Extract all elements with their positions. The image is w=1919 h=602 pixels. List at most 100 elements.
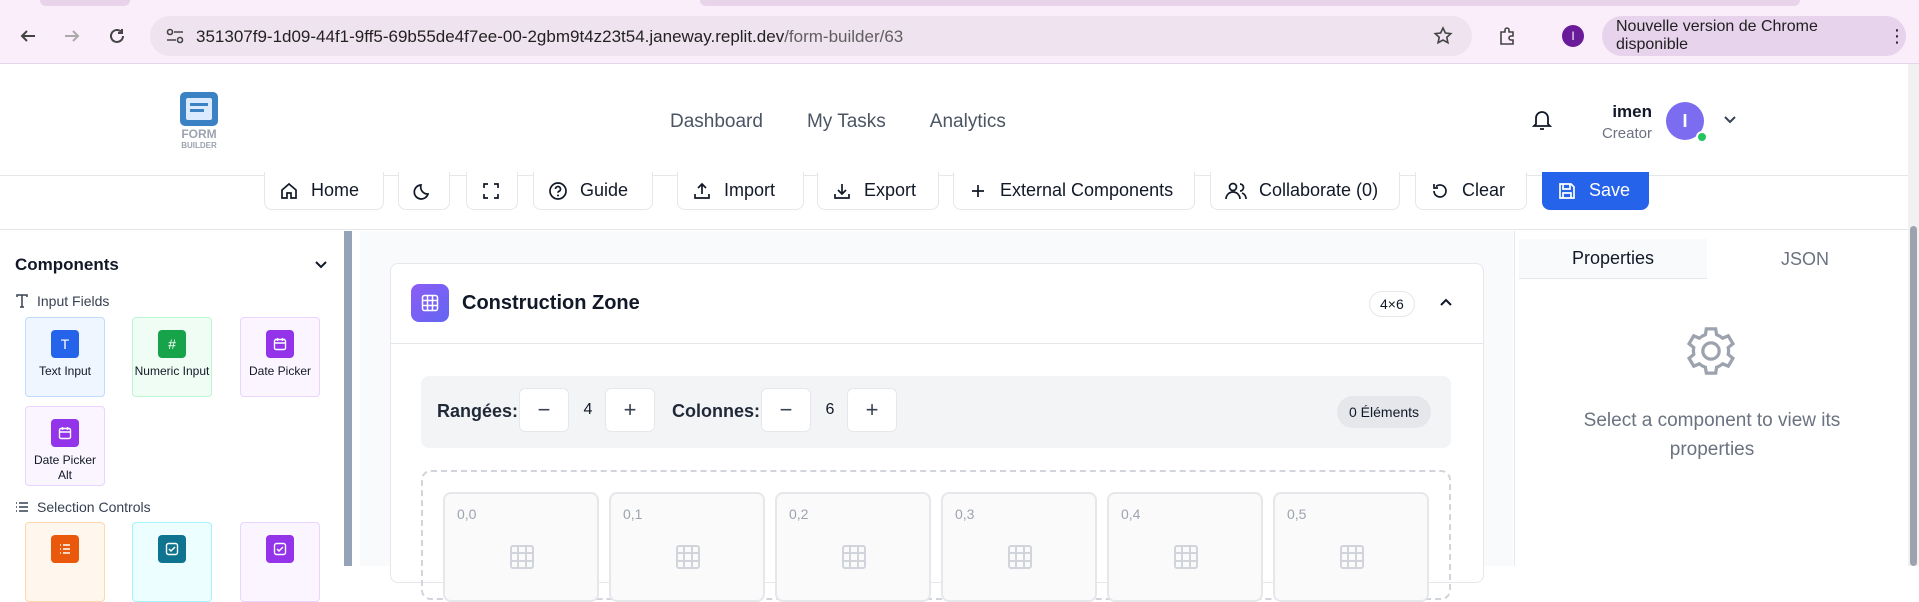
- nav-my-tasks[interactable]: My Tasks: [807, 111, 886, 133]
- list-icon: [51, 535, 79, 563]
- type-icon: [16, 294, 28, 308]
- calendar-icon: [51, 419, 79, 447]
- component-label: Date Picker: [248, 364, 312, 378]
- construction-area: Construction Zone 4×6 Rangées: − 4 + Col…: [360, 231, 1513, 602]
- rows-label: Rangées:: [437, 401, 519, 421]
- external-components-button[interactable]: External Components: [953, 172, 1195, 210]
- save-label: Save: [1589, 180, 1631, 200]
- grid-icon: [1340, 545, 1364, 569]
- clear-button[interactable]: Clear: [1415, 172, 1527, 210]
- properties-panel: Properties JSON Select a component to vi…: [1514, 231, 1908, 566]
- save-button[interactable]: Save: [1542, 172, 1649, 210]
- extensions-puzzle-icon[interactable]: [1492, 20, 1524, 52]
- components-collapse-chevron-icon[interactable]: [312, 255, 330, 273]
- forward-arrow-icon[interactable]: [56, 20, 88, 52]
- list-icon: [16, 502, 28, 512]
- grid-icon: [1174, 545, 1198, 569]
- app-header: FORM BUILDER Dashboard My Tasks Analytic…: [0, 64, 1908, 176]
- url-host: 351307f9-1d09-44f1-9ff5-69b55de4f7ee-00-…: [196, 27, 785, 46]
- back-arrow-icon[interactable]: [12, 20, 44, 52]
- dark-mode-button[interactable]: [398, 172, 450, 210]
- url-text: 351307f9-1d09-44f1-9ff5-69b55de4f7ee-00-…: [196, 27, 903, 47]
- reload-icon[interactable]: [101, 20, 133, 52]
- component-label: Text Input: [38, 364, 92, 378]
- construction-zone-header: Construction Zone 4×6: [391, 264, 1483, 344]
- collapse-chevron-up-icon[interactable]: [1437, 294, 1455, 312]
- grid-cell[interactable]: 0,0: [443, 492, 599, 602]
- component-date-picker[interactable]: Date Picker: [240, 317, 320, 397]
- gear-icon: [1686, 327, 1736, 375]
- component-checkbox[interactable]: [132, 522, 212, 602]
- grid-icon: [842, 545, 866, 569]
- grid-cell[interactable]: 0,3: [941, 492, 1097, 602]
- drop-grid[interactable]: 0,0 0,1 0,2 0,3 0,4 0,5: [421, 470, 1451, 602]
- numeric-input-icon: #: [158, 330, 186, 358]
- grid-cell[interactable]: 0,1: [609, 492, 765, 602]
- component-numeric-input[interactable]: # Numeric Input: [132, 317, 212, 397]
- notification-bell-icon[interactable]: [1530, 108, 1554, 132]
- main-nav: Dashboard My Tasks Analytics: [670, 111, 1006, 133]
- tab-strip-hint: [40, 0, 130, 6]
- tab-json[interactable]: JSON: [1711, 239, 1899, 279]
- url-path: /form-builder/63: [784, 27, 904, 46]
- svg-text:BUILDER: BUILDER: [181, 141, 217, 150]
- home-icon: [281, 182, 297, 199]
- nav-dashboard[interactable]: Dashboard: [670, 111, 763, 133]
- grid-size-badge: 4×6: [1369, 291, 1415, 317]
- rows-decrement-button[interactable]: −: [519, 388, 569, 432]
- address-bar[interactable]: 351307f9-1d09-44f1-9ff5-69b55de4f7ee-00-…: [150, 16, 1472, 56]
- columns-decrement-button[interactable]: −: [761, 388, 811, 432]
- grid-cell[interactable]: 0,5: [1273, 492, 1429, 602]
- component-date-picker-alt[interactable]: Date Picker Alt: [25, 406, 105, 486]
- grid-cell[interactable]: 0,4: [1107, 492, 1263, 602]
- upload-icon: [694, 182, 710, 199]
- tab-properties[interactable]: Properties: [1519, 239, 1707, 279]
- guide-button[interactable]: Guide: [533, 172, 653, 210]
- grid-icon: [510, 545, 534, 569]
- component-select-list[interactable]: [25, 522, 105, 602]
- user-role: Creator: [1601, 125, 1652, 142]
- columns-increment-button[interactable]: +: [847, 388, 897, 432]
- collaborate-label: Collaborate (0): [1259, 180, 1379, 200]
- export-button[interactable]: Export: [817, 172, 939, 210]
- tab-strip-hint: [700, 0, 1800, 6]
- grid-controls: Rangées: − 4 + Colonnes: − 6 + 0 Élément…: [421, 376, 1451, 448]
- import-button[interactable]: Import: [677, 172, 804, 210]
- rows-increment-button[interactable]: +: [605, 388, 655, 432]
- user-menu-chevron-down-icon[interactable]: [1720, 110, 1740, 130]
- browser-chrome: 351307f9-1d09-44f1-9ff5-69b55de4f7ee-00-…: [0, 0, 1919, 64]
- download-icon: [834, 183, 850, 199]
- chrome-update-button[interactable]: Nouvelle version de Chrome disponible ⋮: [1602, 16, 1906, 56]
- help-circle-icon: [549, 181, 567, 200]
- plus-icon: [972, 184, 984, 197]
- components-title: Components: [15, 255, 119, 274]
- home-button[interactable]: Home: [264, 172, 384, 210]
- chrome-profile-avatar[interactable]: I: [1562, 25, 1584, 47]
- guide-label: Guide: [580, 180, 629, 200]
- nav-analytics[interactable]: Analytics: [930, 111, 1006, 133]
- online-status-dot: [1696, 131, 1708, 143]
- rows-value: 4: [583, 401, 593, 418]
- grid-cell[interactable]: 0,2: [775, 492, 931, 602]
- category-selection-controls[interactable]: Selection Controls: [15, 499, 151, 515]
- category-input-fields[interactable]: Input Fields: [15, 293, 109, 309]
- collaborate-button[interactable]: Collaborate (0): [1210, 172, 1400, 210]
- export-label: Export: [864, 180, 917, 200]
- elements-count-badge: 0 Éléments: [1337, 396, 1432, 428]
- grid-icon: [411, 284, 449, 322]
- fullscreen-button[interactable]: [466, 172, 518, 210]
- chrome-update-label: Nouvelle version de Chrome disponible: [1616, 18, 1818, 53]
- moon-icon: [413, 183, 430, 200]
- bookmark-star-icon[interactable]: [1433, 26, 1453, 46]
- components-sidebar: Components Input Fields T Text Input # N…: [0, 231, 352, 602]
- save-floppy-icon: [1559, 182, 1575, 199]
- form-builder-logo[interactable]: FORM BUILDER: [174, 90, 224, 152]
- page-scrollbar-thumb[interactable]: [1910, 226, 1917, 566]
- component-text-input[interactable]: T Text Input: [25, 317, 105, 397]
- cell-coordinate: 0,4: [1121, 506, 1141, 522]
- properties-empty-message: Select a component to view its propertie…: [1583, 410, 1841, 460]
- fullscreen-icon: [483, 182, 499, 199]
- component-checkbox-group[interactable]: [240, 522, 320, 602]
- category-label: Input Fields: [37, 293, 110, 309]
- site-settings-icon[interactable]: [166, 28, 184, 44]
